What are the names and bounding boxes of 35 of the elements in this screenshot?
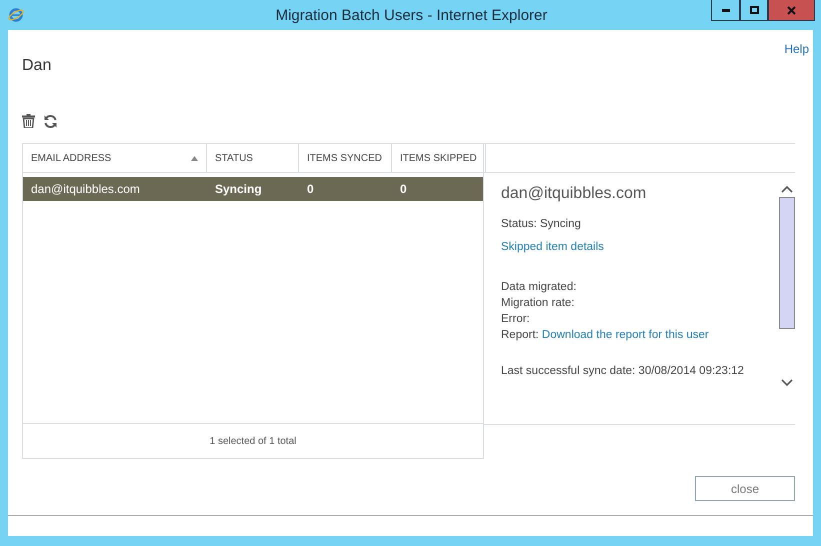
refresh-icon[interactable]	[43, 114, 58, 128]
maximize-icon	[750, 6, 758, 14]
table-cell: 0	[307, 182, 314, 196]
last-sync-text: Last successful sync date: 30/08/2014 09:23:12	[501, 364, 745, 379]
column-header[interactable]: EMAIL ADDRESS	[31, 152, 112, 164]
window-title: Migration Batch Users - Internet Explorer	[274, 6, 548, 24]
minimize-icon	[722, 8, 730, 12]
selection-count: 1 selected of 1 total	[210, 436, 296, 446]
close-icon	[787, 6, 796, 14]
minimize-button[interactable]	[711, 0, 740, 21]
help-link[interactable]: Help	[784, 42, 809, 56]
field-label: Report:	[501, 329, 539, 341]
trash-icon[interactable]	[22, 114, 35, 128]
column-header[interactable]: ITEMS SKIPPED	[400, 152, 477, 164]
close-button[interactable]: close	[695, 476, 795, 501]
column-header[interactable]: STATUS	[215, 152, 253, 164]
table-cell: Syncing	[215, 182, 262, 196]
scrollbar-thumb[interactable]	[779, 197, 795, 329]
scroll-up-icon[interactable]	[781, 185, 793, 193]
table-cell: dan@itquibbles.com	[31, 182, 140, 196]
report-link[interactable]: Download the report for this user	[542, 329, 709, 341]
details-title: dan@itquibbles.com	[501, 185, 648, 203]
table-cell: 0	[400, 182, 407, 196]
status-text: Status: Syncing	[501, 217, 582, 232]
table-row[interactable]: dan@itquibbles.com Syncing 0 0	[23, 177, 483, 201]
page-heading: Dan	[22, 57, 52, 75]
column-header[interactable]: ITEMS SYNCED	[307, 152, 382, 164]
field-label: Error:	[501, 312, 531, 327]
close-window-button[interactable]	[768, 0, 815, 21]
field-label: Data migrated:	[501, 280, 578, 295]
skipped-items-link[interactable]: Skipped item details	[501, 241, 604, 253]
sort-ascending-icon[interactable]	[191, 156, 198, 160]
browser-logo-icon	[8, 7, 24, 23]
field-label: Migration rate:	[501, 296, 576, 311]
scroll-down-icon[interactable]	[781, 379, 793, 387]
